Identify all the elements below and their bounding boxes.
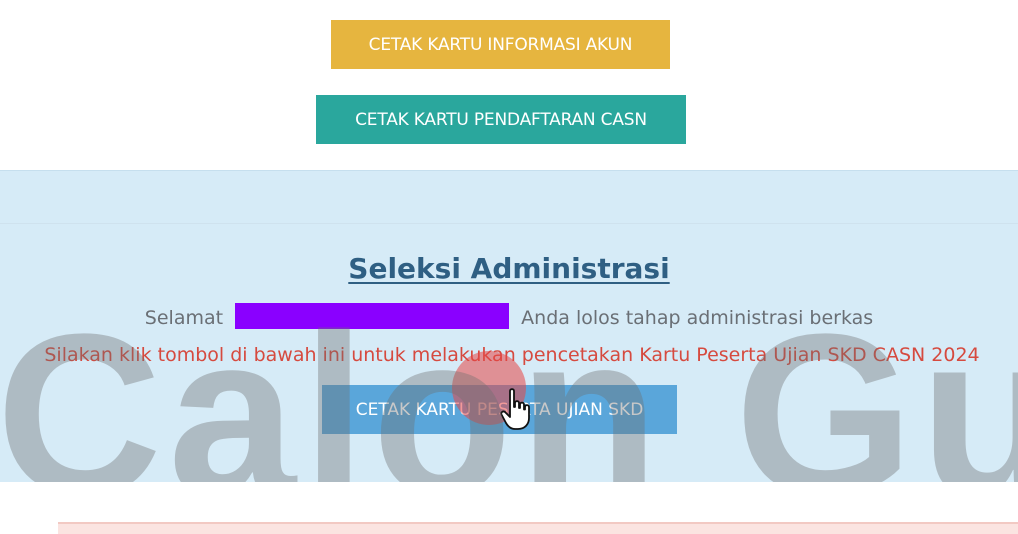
print-registration-card-button[interactable]: CETAK KARTU PENDAFTARAN CASN bbox=[316, 95, 686, 144]
congrats-prefix: Selamat bbox=[144, 307, 224, 329]
admin-selection-title: Seleksi Administrasi bbox=[348, 252, 670, 285]
bottom-section bbox=[0, 482, 1018, 534]
print-account-info-button[interactable]: CETAK KARTU INFORMASI AKUN bbox=[331, 20, 670, 69]
hand-pointer-icon bbox=[500, 388, 530, 430]
congrats-suffix: Anda lolos tahap administrasi berkas bbox=[521, 307, 874, 329]
print-actions-area: CETAK KARTU INFORMASI AKUN CETAK KARTU P… bbox=[0, 0, 1018, 170]
panel-divider bbox=[0, 223, 1018, 224]
admin-selection-panel: Seleksi Administrasi Selamat Anda lolos … bbox=[0, 170, 1018, 482]
alert-box bbox=[58, 522, 1018, 534]
page: CETAK KARTU INFORMASI AKUN CETAK KARTU P… bbox=[0, 0, 1018, 534]
congratulations-message: Selamat Anda lolos tahap administrasi be… bbox=[0, 303, 1018, 329]
redacted-name bbox=[235, 303, 510, 329]
